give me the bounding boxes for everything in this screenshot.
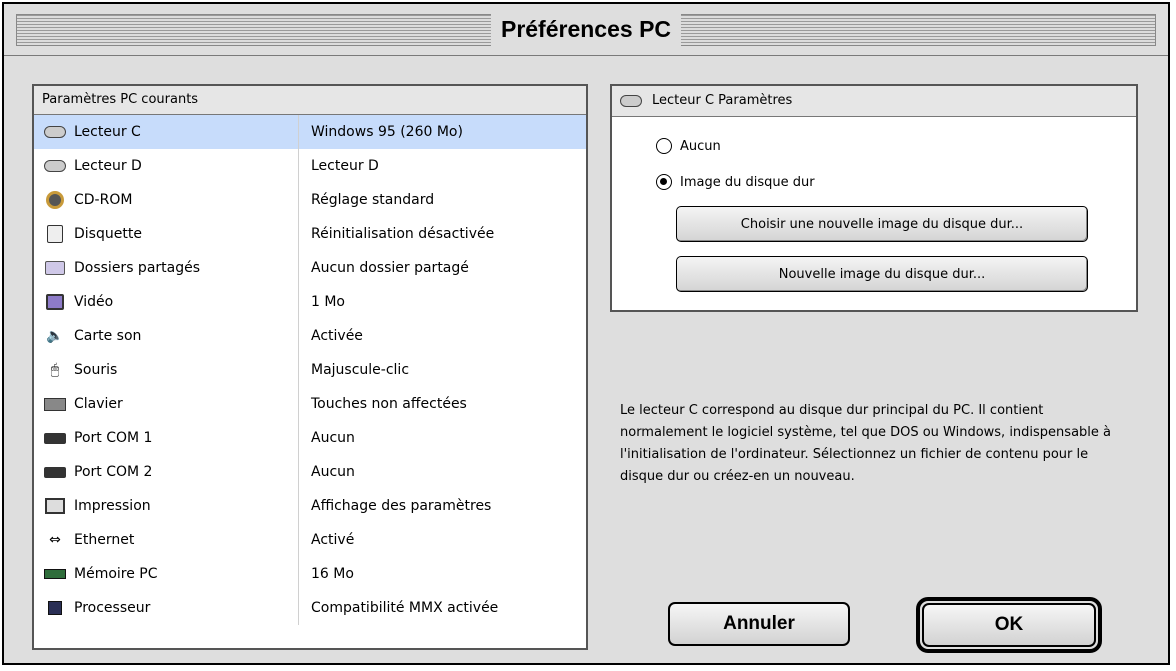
row-label: Vidéo xyxy=(74,294,114,310)
row-label: Disquette xyxy=(74,226,142,242)
list-row-port-com-1[interactable]: Port COM 1 Aucun xyxy=(34,421,586,455)
row-label: Mémoire PC xyxy=(74,566,158,582)
window-title: Préférences PC xyxy=(490,12,682,46)
memory-icon xyxy=(44,565,66,583)
speaker-icon: 🔈 xyxy=(46,328,64,344)
row-value: Touches non affectées xyxy=(298,387,586,421)
floppy-icon xyxy=(44,225,66,243)
row-label: Port COM 1 xyxy=(74,430,153,446)
ethernet-icon: ⇔ xyxy=(49,532,61,548)
radio-image-label: Image du disque dur xyxy=(680,174,815,190)
drive-icon xyxy=(44,157,66,175)
processor-icon xyxy=(44,599,66,617)
row-value: Aucun xyxy=(298,455,586,489)
list-row-carte-son[interactable]: 🔈 Carte son Activée xyxy=(34,319,586,353)
list-row-memoire-pc[interactable]: Mémoire PC 16 Mo xyxy=(34,557,586,591)
row-value: Majuscule-clic xyxy=(298,353,586,387)
group-title: Lecteur C Paramètres xyxy=(652,93,793,108)
row-label: Carte son xyxy=(74,328,142,344)
row-label: Impression xyxy=(74,498,151,514)
row-value: Compatibilité MMX activée xyxy=(298,591,586,625)
list-row-dossiers-partages[interactable]: Dossiers partagés Aucun dossier partagé xyxy=(34,251,586,285)
row-label: Ethernet xyxy=(74,532,135,548)
row-value: Activé xyxy=(298,523,586,557)
row-label: Processeur xyxy=(74,600,151,616)
row-value: Aucun dossier partagé xyxy=(298,251,586,285)
list-header: Paramètres PC courants xyxy=(34,86,586,115)
row-value: Réglage standard xyxy=(298,183,586,217)
title-bar[interactable]: Préférences PC xyxy=(4,4,1168,56)
folder-icon xyxy=(44,259,66,277)
description-text: Le lecteur C correspond au disque dur pr… xyxy=(620,403,1111,484)
drive-c-settings-group: Lecteur C Paramètres Aucun Image du disq… xyxy=(610,84,1138,312)
row-value: Activée xyxy=(298,319,586,353)
port-icon xyxy=(44,463,66,481)
row-label: Souris xyxy=(74,362,118,378)
list-row-port-com-2[interactable]: Port COM 2 Aucun xyxy=(34,455,586,489)
mouse-icon: 🖱 xyxy=(50,362,60,378)
cdrom-icon xyxy=(44,191,66,209)
row-label: Dossiers partagés xyxy=(74,260,201,276)
row-label: Lecteur C xyxy=(74,124,141,140)
radio-hard-disk-image[interactable]: Image du disque dur xyxy=(656,174,815,190)
printer-icon xyxy=(44,497,66,515)
radio-none-label: Aucun xyxy=(680,138,721,154)
row-label: Lecteur D xyxy=(74,158,142,174)
list-row-video[interactable]: Vidéo 1 Mo xyxy=(34,285,586,319)
list-row-cdrom[interactable]: CD-ROM Réglage standard xyxy=(34,183,586,217)
drive-icon xyxy=(620,95,642,107)
row-value: Affichage des paramètres xyxy=(298,489,586,523)
list-row-lecteur-c[interactable]: Lecteur C Windows 95 (260 Mo) xyxy=(34,115,586,149)
list-row-lecteur-d[interactable]: Lecteur D Lecteur D xyxy=(34,149,586,183)
radio-button[interactable] xyxy=(656,138,672,154)
row-label: CD-ROM xyxy=(74,192,133,208)
radio-none[interactable]: Aucun xyxy=(656,138,721,154)
title-divider xyxy=(4,55,1168,56)
row-value: Windows 95 (260 Mo) xyxy=(298,115,586,149)
list-row-souris[interactable]: 🖱 Souris Majuscule-clic xyxy=(34,353,586,387)
choose-disk-image-button[interactable]: Choisir une nouvelle image du disque dur… xyxy=(676,206,1088,242)
row-value: 16 Mo xyxy=(298,557,586,591)
list-row-processeur[interactable]: Processeur Compatibilité MMX activée xyxy=(34,591,586,625)
group-header: Lecteur C Paramètres xyxy=(612,86,1136,117)
list-row-impression[interactable]: Impression Affichage des paramètres xyxy=(34,489,586,523)
row-value: Lecteur D xyxy=(298,149,586,183)
list-row-ethernet[interactable]: ⇔ Ethernet Activé xyxy=(34,523,586,557)
current-settings-list: Paramètres PC courants Lecteur C Windows… xyxy=(32,84,588,650)
keyboard-icon xyxy=(44,395,66,413)
list-row-clavier[interactable]: Clavier Touches non affectées xyxy=(34,387,586,421)
row-value: Aucun xyxy=(298,421,586,455)
row-label: Clavier xyxy=(74,396,123,412)
row-label: Port COM 2 xyxy=(74,464,153,480)
radio-button-selected[interactable] xyxy=(656,174,672,190)
video-icon xyxy=(44,293,66,311)
ok-button[interactable]: OK xyxy=(922,603,1096,647)
port-icon xyxy=(44,429,66,447)
row-value: 1 Mo xyxy=(298,285,586,319)
list-row-disquette[interactable]: Disquette Réinitialisation désactivée xyxy=(34,217,586,251)
cancel-button[interactable]: Annuler xyxy=(668,602,850,646)
new-disk-image-button[interactable]: Nouvelle image du disque dur... xyxy=(676,256,1088,292)
row-value: Réinitialisation désactivée xyxy=(298,217,586,251)
drive-icon xyxy=(44,123,66,141)
